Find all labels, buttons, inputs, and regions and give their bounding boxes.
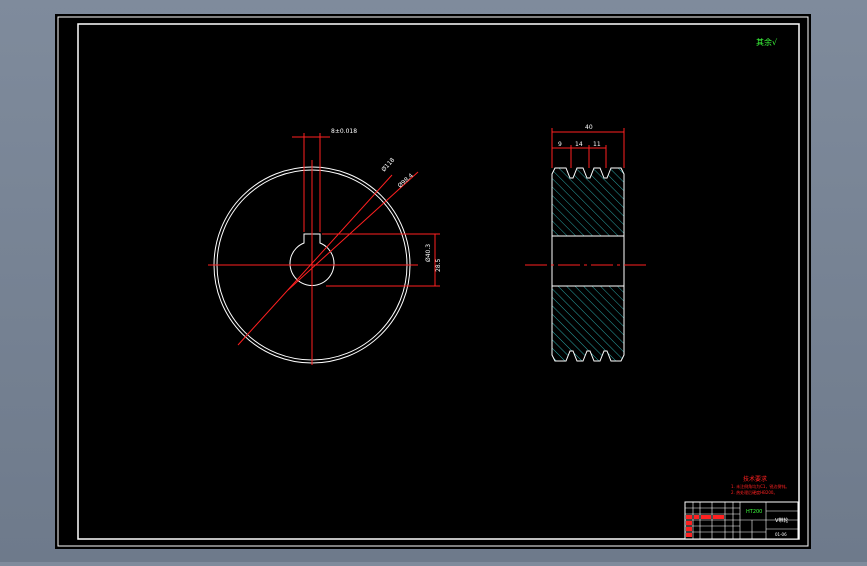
tech-req-heading: 技术要求: [743, 475, 767, 483]
roughness-note: 其余√: [756, 37, 778, 47]
groove-dim-c: 11: [593, 141, 601, 148]
section-top: [551, 167, 625, 237]
bore-dim-text: Ø40.3: [425, 244, 432, 262]
drawing-no-text: 01-06: [775, 532, 787, 537]
tech-req-line-1: 1. 未注倒角均为C1，锐边倒钝。: [731, 483, 789, 489]
tech-req-line-2: 2. 热处理后硬度HB200。: [731, 489, 777, 495]
drawing-sheet: [55, 14, 811, 549]
groove-dim-b: 14: [575, 141, 583, 148]
part-name-text: V带轮: [775, 517, 788, 524]
title-block: HT200 V带轮 01-06: [684, 501, 799, 540]
cad-viewport[interactable]: 其余√ 8±0.018 Ø118 Ø98.4 Ø40.3 28.5 40 9 1…: [0, 0, 867, 562]
keyway-dim-text: 8±0.018: [331, 128, 357, 135]
groove-dim-a: 9: [558, 141, 562, 148]
material-text: HT200: [746, 509, 762, 515]
hub-dim-text: 28.5: [435, 258, 442, 272]
section-bottom: [551, 285, 625, 362]
width-dim-text: 40: [585, 124, 593, 131]
